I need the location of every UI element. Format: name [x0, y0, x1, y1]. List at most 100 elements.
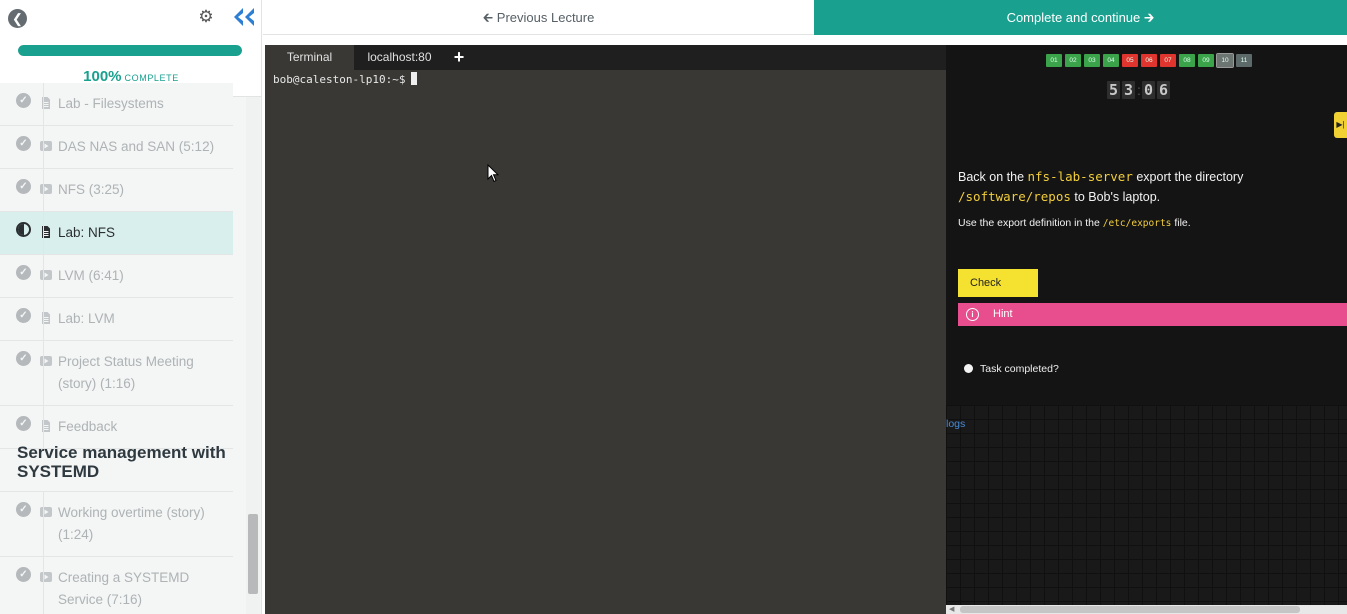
question-number[interactable]: 01	[1046, 54, 1062, 67]
horizontal-scrollbar[interactable]: ◀	[946, 605, 1347, 614]
horizontal-scrollbar-thumb[interactable]	[960, 606, 1300, 613]
hint-button[interactable]: i Hint	[958, 303, 1347, 326]
terminal-area[interactable]: Terminal localhost:80 + bob@caleston-lp1…	[265, 45, 946, 614]
question-number[interactable]: 03	[1084, 54, 1100, 67]
timer-digit: 3	[1122, 81, 1135, 99]
question-text: Back on the nfs-lab-server export the di…	[958, 167, 1338, 207]
check-circle-icon: ✓	[16, 136, 31, 151]
lecture-item[interactable]: ✓ Working overtime (story) (1:24)	[0, 492, 233, 557]
lecture-label: Creating a SYSTEMD Service (7:16)	[58, 570, 190, 607]
add-tab-icon[interactable]: +	[451, 45, 467, 70]
question-number[interactable]: 08	[1179, 54, 1195, 67]
question-note: Use the export definition in the /etc/ex…	[958, 217, 1338, 229]
question-note-part: Use the export definition in the	[958, 217, 1103, 229]
collapse-sidebar-icon[interactable]	[232, 6, 256, 28]
task-radio[interactable]	[964, 364, 973, 373]
decorative-grid	[946, 405, 1347, 605]
section-title: Service management with SYSTEMD	[17, 443, 226, 481]
arrow-left-icon: 🡰	[482, 10, 494, 25]
question-text-part: export the directory	[1132, 170, 1244, 184]
lecture-label: Lab - Filesystems	[58, 96, 164, 111]
task-completed-label: Task completed?	[980, 363, 1059, 375]
check-circle-icon: ✓	[16, 265, 31, 280]
prompt-text: bob@caleston-lp10:~$	[273, 73, 406, 86]
lecture-label: Lab: NFS	[58, 225, 116, 240]
lecture-item[interactable]: ✓ Project Status Meeting (story) (1:16)	[0, 341, 233, 406]
lecture-item[interactable]: ✓ NFS (3:25)	[0, 169, 233, 212]
lecture-label: Working overtime (story) (1:24)	[58, 505, 205, 542]
lecture-item[interactable]: ✓ Lab - Filesystems	[0, 83, 233, 126]
previous-lecture-label: Previous Lecture	[496, 10, 595, 25]
lecture-item[interactable]: ✓ LVM (6:41)	[0, 255, 233, 298]
question-number[interactable]: 09	[1198, 54, 1214, 67]
back-icon[interactable]: ❮	[8, 9, 27, 28]
lecture-label: Lab: LVM	[58, 311, 115, 326]
lab-panel: 01 02 03 04 05 06 07 08 09 10 11 5 3 : 0 6 ▶| Back…	[946, 45, 1347, 614]
gear-icon[interactable]: ⚙	[197, 8, 215, 26]
check-circle-icon: ✓	[16, 308, 31, 323]
arrow-right-icon: 🡲	[1143, 10, 1155, 25]
check-circle-icon: ✓	[16, 179, 31, 194]
question-code: /software/repos	[958, 189, 1071, 204]
lecture-status: ✓	[0, 406, 44, 448]
lecture-label: LVM (6:41)	[58, 268, 124, 283]
check-circle-icon: ✓	[16, 416, 31, 431]
logs-link[interactable]: logs	[946, 418, 965, 430]
in-progress-icon	[16, 222, 31, 237]
lecture-status: ✓	[0, 169, 44, 211]
terminal-cursor	[411, 72, 418, 85]
lecture-item[interactable]: Lab: NFS	[0, 212, 233, 255]
check-circle-icon: ✓	[16, 351, 31, 366]
question-number[interactable]: 10	[1216, 53, 1234, 68]
course-sidebar: ❮ ⚙ 100% COMPLETE ✓ Lab - Filesystems ✓ DAS …	[0, 0, 262, 614]
mouse-pointer-icon	[487, 163, 500, 188]
timer-separator: :	[1137, 82, 1141, 98]
check-circle-icon: ✓	[16, 567, 31, 582]
lecture-item[interactable]: ✓ Creating a SYSTEMD Service (7:16)	[0, 557, 233, 614]
lecture-status	[0, 212, 44, 254]
lecture-status: ✓	[0, 557, 44, 614]
lecture-item[interactable]: ✓ DAS NAS and SAN (5:12)	[0, 126, 233, 169]
timer-digit: 5	[1107, 81, 1120, 99]
complete-continue-button[interactable]: Complete and continue 🡲	[814, 0, 1347, 35]
complete-continue-label: Complete and continue	[1006, 10, 1141, 25]
lecture-status: ✓	[0, 126, 44, 168]
check-circle-icon: ✓	[16, 93, 31, 108]
section-lecture-list: ✓ Working overtime (story) (1:24) ✓ Creatin…	[0, 491, 233, 614]
check-button[interactable]: Check	[958, 269, 1038, 297]
question-text-part: to Bob's laptop.	[1070, 190, 1161, 204]
lab-timer: 5 3 : 0 6	[1107, 81, 1170, 99]
course-progress-fill	[18, 45, 242, 56]
question-number[interactable]: 02	[1065, 54, 1081, 67]
tab-localhost[interactable]: localhost:80	[355, 45, 444, 70]
lecture-status: ✓	[0, 298, 44, 340]
lecture-status: ✓	[0, 83, 44, 125]
sidebar-scrollbar[interactable]	[248, 514, 258, 594]
expand-panel-icon[interactable]: ▶|	[1334, 112, 1347, 138]
terminal-tab-bar: Terminal localhost:80 +	[265, 45, 946, 70]
previous-lecture-button[interactable]: 🡰 Previous Lecture	[263, 0, 814, 35]
lecture-label: NFS (3:25)	[58, 182, 125, 197]
lecture-label: DAS NAS and SAN (5:12)	[58, 139, 215, 154]
lecture-label: Project Status Meeting (story) (1:16)	[58, 354, 194, 391]
progress-complete-word: COMPLETE	[124, 73, 179, 83]
timer-digit: 6	[1157, 81, 1170, 99]
question-number[interactable]: 06	[1141, 54, 1157, 67]
question-number[interactable]: 11	[1236, 54, 1252, 67]
scroll-left-icon[interactable]: ◀	[949, 605, 954, 614]
question-number[interactable]: 05	[1122, 54, 1138, 67]
course-progress-bar	[18, 45, 242, 56]
check-circle-icon: ✓	[16, 502, 31, 517]
terminal-prompt[interactable]: bob@caleston-lp10:~$	[273, 72, 418, 86]
question-number[interactable]: 04	[1103, 54, 1119, 67]
question-note-part: file.	[1171, 217, 1191, 229]
tab-terminal[interactable]: Terminal	[265, 45, 354, 70]
question-text-part: Back on the	[958, 170, 1028, 184]
question-code: /etc/exports	[1102, 218, 1172, 229]
lecture-list: ✓ Lab - Filesystems ✓ DAS NAS and SAN (5:12…	[0, 83, 233, 449]
lecture-item[interactable]: ✓ Lab: LVM	[0, 298, 233, 341]
lecture-status: ✓	[0, 492, 44, 556]
question-number[interactable]: 07	[1160, 54, 1176, 67]
task-completed[interactable]: Task completed?	[964, 363, 1059, 375]
lecture-status: ✓	[0, 341, 44, 405]
